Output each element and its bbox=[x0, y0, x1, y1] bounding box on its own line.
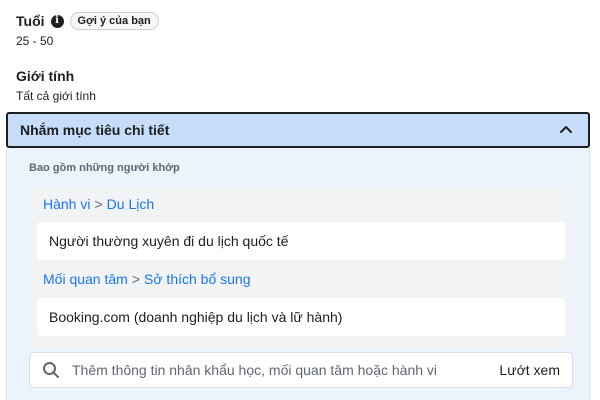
targeting-item[interactable]: Booking.com (doanh nghiệp du lịch và lữ … bbox=[37, 298, 565, 336]
targeting-search-input[interactable] bbox=[70, 361, 500, 379]
detailed-targeting-header[interactable]: Nhắm mục tiêu chi tiết bbox=[6, 112, 590, 148]
detailed-targeting-title: Nhắm mục tiêu chi tiết bbox=[20, 122, 170, 138]
targeting-search-bar: Lướt xem bbox=[29, 352, 573, 388]
gender-title: Giới tính bbox=[16, 68, 75, 84]
browse-button[interactable]: Lướt xem bbox=[499, 362, 560, 378]
search-icon bbox=[42, 361, 60, 379]
include-label: Bao gồm những người khớp bbox=[29, 162, 180, 174]
path-separator: > bbox=[94, 196, 103, 212]
category-link[interactable]: Hành vi bbox=[43, 196, 90, 212]
targeting-item-label: Booking.com (doanh nghiệp du lịch và lữ … bbox=[49, 309, 343, 325]
gender-value: Tất cả giới tính bbox=[16, 89, 96, 103]
info-icon[interactable]: i bbox=[50, 14, 64, 28]
category-path: Hành vi > Du Lịch bbox=[43, 196, 154, 212]
suggestion-badge: Gợi ý của bạn bbox=[69, 12, 159, 30]
path-separator: > bbox=[131, 271, 141, 287]
subcategory-link[interactable]: Sở thích bổ sung bbox=[144, 271, 250, 287]
targeting-item-label: Người thường xuyên đi du lịch quốc tế bbox=[49, 233, 289, 249]
targeting-item[interactable]: Người thường xuyên đi du lịch quốc tế bbox=[37, 222, 565, 260]
chevron-up-icon[interactable] bbox=[560, 125, 572, 135]
category-link[interactable]: Mối quan tâm bbox=[43, 271, 128, 287]
age-title: Tuổi bbox=[16, 13, 45, 29]
detailed-targeting-panel: Bao gồm những người khớp Hành vi > Du Lịch… bbox=[6, 148, 590, 400]
category-path: Mối quan tâm > Sở thích bổ sung bbox=[43, 271, 251, 287]
age-value: 25 - 50 bbox=[16, 34, 54, 48]
subcategory-link[interactable]: Du Lịch bbox=[107, 196, 154, 212]
age-header: Tuổi i Gợi ý của bạn bbox=[16, 12, 159, 30]
criteria-box: Hành vi > Du Lịch Người thường xuyên đi du… bbox=[29, 186, 573, 348]
